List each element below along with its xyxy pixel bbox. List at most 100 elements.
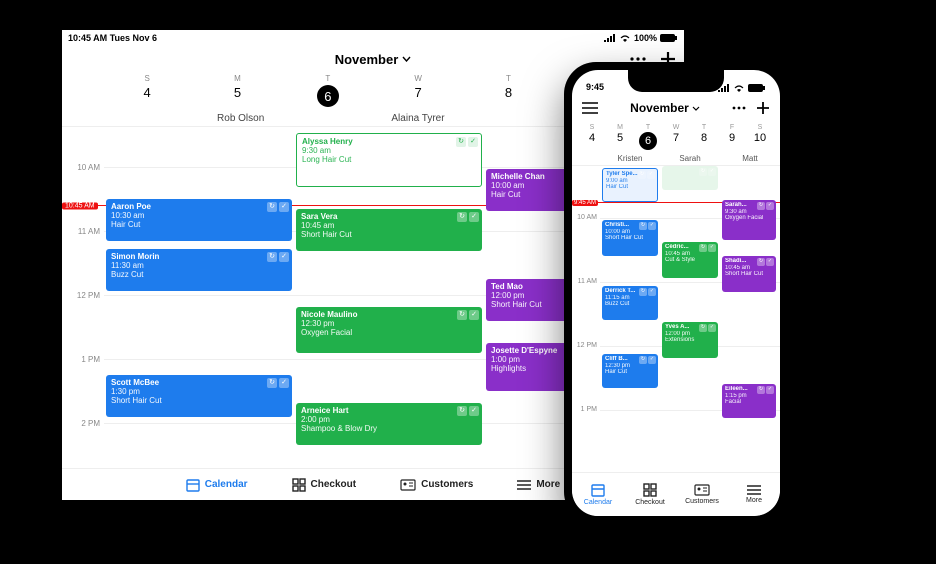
hour-label: 12 PM	[62, 291, 104, 300]
day-number: 6	[639, 132, 657, 150]
phone-screen: 9:45 November	[572, 70, 780, 516]
event-time: 10:45 am	[665, 251, 715, 258]
appointment-event[interactable]: ↻ ✓ Sarah... 9:30 am Oxygen Facial	[722, 200, 776, 240]
menu-button[interactable]	[582, 102, 598, 114]
signal-icon	[604, 34, 616, 42]
now-label: 9:45 AM	[572, 200, 598, 206]
month-picker-button[interactable]: November	[630, 101, 700, 115]
event-client: Arneice Hart	[301, 406, 477, 415]
week-day[interactable]: T6	[283, 74, 373, 107]
calendar-grid[interactable]: 10 AM 11 AM 12 PM 1 PM 9:45 AM ↻ ✓ Tyler…	[572, 166, 780, 466]
appointment-event[interactable]: ↻ ✓	[662, 166, 718, 190]
nav-calendar[interactable]: Calendar	[572, 473, 624, 516]
customers-icon	[400, 479, 416, 491]
status-icons	[718, 84, 766, 92]
nav-more[interactable]: More	[728, 473, 780, 516]
appointment-event[interactable]: ↻ ✓ Alyssa Henry 9:30 am Long Hair Cut	[296, 133, 482, 187]
staff-name[interactable]: Alaina Tyrer	[329, 113, 506, 124]
day-letter: T	[634, 124, 662, 131]
staff-name[interactable]: Matt	[720, 154, 780, 163]
month-title: November	[335, 52, 399, 67]
hour-label: 2 PM	[62, 419, 104, 428]
appointment-event[interactable]: ↻ ✓ Sara Vera 10:45 am Short Hair Cut	[296, 209, 482, 251]
nav-customers[interactable]: Customers	[676, 473, 728, 516]
staff-column: ↻ ✓ ↻ ✓ Cédric... 10:45 am Cut & Style ↻…	[660, 166, 720, 466]
staff-name[interactable]: Rob Olson	[152, 113, 329, 124]
event-time: 12:30 pm	[605, 363, 655, 370]
day-number: 4	[578, 132, 606, 144]
appointment-event[interactable]: ↻ ✓ Arneice Hart 2:00 pm Shampoo & Blow …	[296, 403, 482, 445]
event-time: 10:00 am	[605, 229, 655, 236]
staff-header: KristenSarahMatt	[572, 150, 780, 166]
staff-name[interactable]: Kristen	[600, 154, 660, 163]
event-badges: ↻ ✓	[699, 168, 716, 176]
add-button[interactable]	[756, 101, 770, 115]
appointment-event[interactable]: ↻ ✓ Derrick T... 11:15 am Buzz Cut	[602, 286, 658, 320]
nav-checkout[interactable]: Checkout	[624, 473, 676, 516]
customers-icon	[694, 484, 710, 496]
appointment-event[interactable]: ↻ ✓ Aaron Poe 10:30 am Hair Cut	[106, 199, 292, 241]
nav-label: Checkout	[311, 479, 357, 490]
appointment-event[interactable]: ↻ ✓ Simon Morin 11:30 am Buzz Cut	[106, 249, 292, 291]
week-day[interactable]: W7	[662, 124, 690, 150]
week-day[interactable]: T8	[690, 124, 718, 150]
phone-header: November	[572, 94, 780, 122]
day-letter: M	[606, 124, 634, 131]
week-day[interactable]: M5	[606, 124, 634, 150]
checkout-icon	[292, 478, 306, 492]
calendar-icon	[186, 478, 200, 492]
hour-label: 1 PM	[572, 406, 600, 413]
appointment-event[interactable]: ↻ ✓ Christi... 10:00 am Short Hair Cut	[602, 220, 658, 256]
event-service: Facial	[725, 399, 773, 406]
day-letter: W	[373, 74, 463, 83]
event-time: 12:30 pm	[301, 319, 477, 328]
day-number: 8	[463, 85, 553, 100]
week-day[interactable]: S4	[578, 124, 606, 150]
event-client: Sara Vera	[301, 212, 477, 221]
day-letter: W	[662, 124, 690, 131]
staff-column: ↻ ✓ Sarah... 9:30 am Oxygen Facial ↻ ✓ S…	[720, 166, 778, 466]
nav-label: More	[536, 479, 560, 490]
nav-label: More	[746, 497, 762, 504]
more-button[interactable]	[630, 57, 646, 61]
day-number: 7	[662, 132, 690, 144]
hour-label: 12 PM	[572, 342, 600, 349]
staff-name[interactable]: Sarah	[660, 154, 720, 163]
appointment-event[interactable]: ↻ ✓ Tyler Spe... 9:00 am Hair Cut	[602, 168, 658, 202]
week-day[interactable]: M5	[192, 74, 282, 107]
week-day[interactable]: S4	[102, 74, 192, 107]
month-picker-button[interactable]: November	[335, 52, 412, 67]
event-time: 9:30 am	[725, 209, 773, 216]
week-day[interactable]: T6	[634, 124, 662, 150]
day-letter: F	[718, 124, 746, 131]
nav-more[interactable]: More	[517, 479, 560, 490]
day-number: 9	[718, 132, 746, 144]
day-letter: S	[746, 124, 774, 131]
nav-calendar[interactable]: Calendar	[186, 478, 248, 492]
calendar-icon	[591, 483, 605, 497]
appointment-event[interactable]: ↻ ✓ Cédric... 10:45 am Cut & Style	[662, 242, 718, 278]
event-time: 10:45 am	[725, 265, 773, 272]
appointment-event[interactable]: ↻ ✓ Cliff B... 12:30 pm Hair Cut	[602, 354, 658, 388]
event-client: Aaron Poe	[111, 202, 287, 211]
event-time: 9:30 am	[302, 146, 476, 155]
day-letter: S	[578, 124, 606, 131]
appointment-event[interactable]: ↻ ✓ Yves A... 12:00 pm Extensions	[662, 322, 718, 358]
week-day[interactable]: W7	[373, 74, 463, 107]
appointment-event[interactable]: ↻ ✓ Shadi... 10:45 am Short Hair Cut	[722, 256, 776, 292]
week-day[interactable]: T8	[463, 74, 553, 107]
nav-label: Checkout	[635, 499, 665, 506]
appointment-event[interactable]: ↻ ✓ Eileen... 1:15 pm Facial	[722, 384, 776, 418]
event-client: Alyssa Henry	[302, 137, 476, 146]
more-button[interactable]	[732, 106, 746, 110]
nav-customers[interactable]: Customers	[400, 479, 473, 491]
week-day[interactable]: S10	[746, 124, 774, 150]
appointment-event[interactable]: ↻ ✓ Nicole Maulino 12:30 pm Oxygen Facia…	[296, 307, 482, 353]
month-title: November	[630, 101, 689, 115]
nav-label: Calendar	[584, 499, 612, 506]
hour-label: 11 AM	[62, 227, 104, 236]
week-day[interactable]: F9	[718, 124, 746, 150]
day-letter: T	[690, 124, 718, 131]
nav-checkout[interactable]: Checkout	[292, 478, 357, 492]
appointment-event[interactable]: ↻ ✓ Scott McBee 1:30 pm Short Hair Cut	[106, 375, 292, 417]
